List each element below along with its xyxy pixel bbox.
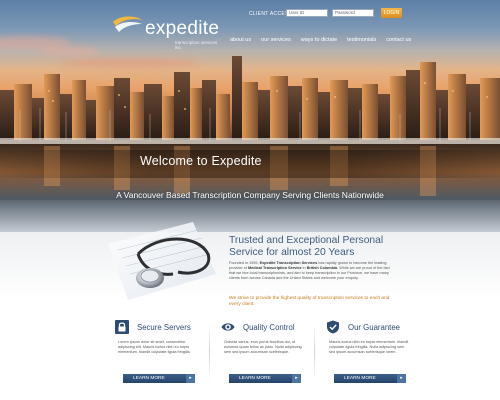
lock-icon: [115, 320, 129, 334]
feature-title: Secure Servers: [137, 323, 191, 332]
login-button[interactable]: LOGIN: [381, 8, 402, 18]
learn-more-label: LEARN MORE: [133, 376, 165, 381]
strive-statement: We strive to provide the highest quality…: [229, 296, 390, 307]
arrow-right-icon: ▸: [186, 374, 195, 383]
intro-bold-service: Medical Transcription Service: [248, 266, 302, 270]
intro-text-1: Founded in 1995,: [229, 261, 260, 265]
welcome-heading: Welcome to Expedite: [140, 154, 262, 168]
intro-paragraph: Founded in 1995, Expedite Transcription …: [229, 261, 397, 281]
nav-our-services[interactable]: our services: [261, 37, 291, 43]
stethoscope-image: [108, 222, 216, 300]
password-input[interactable]: Password: [332, 9, 374, 17]
intro-heading-line1: Trusted and Exceptional Personal: [229, 235, 384, 246]
logo-subtitle: transcription services inc.: [175, 40, 218, 50]
feature-divider: [314, 322, 315, 382]
hero-banner: Welcome to Expedite A Vancouver Based Tr…: [0, 0, 500, 232]
nav-contact-us[interactable]: contact us: [386, 37, 411, 43]
eye-icon: [221, 323, 235, 331]
learn-more-label: LEARN MORE: [344, 376, 376, 381]
user-id-input[interactable]: User ID: [286, 9, 328, 17]
learn-more-button[interactable]: LEARN MORE ▸: [123, 374, 195, 383]
feature-body: Lorem ipsum dolor sit amet, consectetur …: [118, 340, 191, 354]
learn-more-button[interactable]: LEARN MORE ▸: [334, 374, 406, 383]
main-nav: about us our services ways to dictate te…: [230, 37, 411, 43]
nav-ways-to-dictate[interactable]: ways to dictate: [301, 37, 337, 43]
logo-text: expedite: [145, 18, 220, 39]
feature-divider: [209, 322, 210, 382]
feature-body: Gravida varius, eros purus faucibus dui,…: [224, 340, 302, 354]
tagline: A Vancouver Based Transcription Company …: [116, 190, 384, 200]
intro-bold-province: British Columbia: [306, 266, 338, 270]
feature-title: Our Guarantee: [348, 323, 401, 332]
page: Welcome to Expedite A Vancouver Based Tr…: [0, 0, 500, 400]
feature-body: Mauris luctus nibh eu turpis elementum, …: [329, 340, 409, 354]
learn-more-label: LEARN MORE: [239, 376, 271, 381]
arrow-right-icon: ▸: [292, 374, 301, 383]
nav-testimonials[interactable]: testimonials: [347, 37, 376, 43]
intro-bold-company: Expedite Transcription Services: [259, 261, 318, 265]
feature-title: Quality Control: [243, 323, 295, 332]
logo[interactable]: expedite transcription services inc.: [112, 14, 222, 50]
logo-swoosh-icon: [113, 16, 143, 32]
intro-heading-line2: Service for almost 20 Years: [229, 247, 355, 258]
intro-heading: Trusted and Exceptional Personal Service…: [229, 235, 399, 259]
nav-about-us[interactable]: about us: [230, 37, 251, 43]
arrow-right-icon: ▸: [397, 374, 406, 383]
shield-check-icon: [327, 320, 339, 334]
learn-more-button[interactable]: LEARN MORE ▸: [229, 374, 301, 383]
